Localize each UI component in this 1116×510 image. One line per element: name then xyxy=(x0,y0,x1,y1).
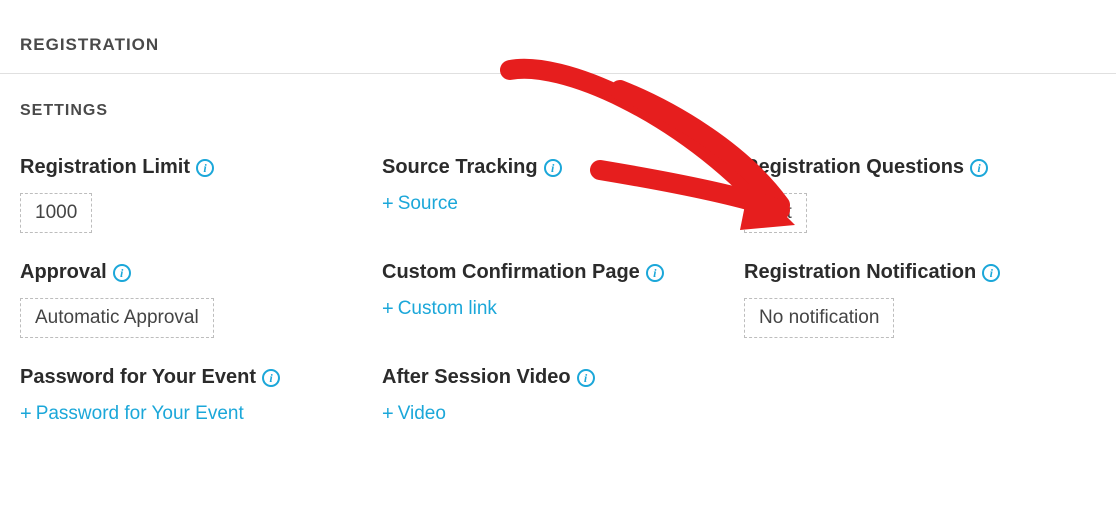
notification-select[interactable]: No notification xyxy=(744,298,894,338)
info-icon[interactable]: i xyxy=(982,264,1000,282)
add-source-text: Source xyxy=(398,193,458,215)
approval-field: Approval i Automatic Approval xyxy=(20,261,372,338)
custom-confirmation-label: Custom Confirmation Page xyxy=(382,261,640,284)
info-icon[interactable]: i xyxy=(196,159,214,177)
registration-notification-field: Registration Notification i No notificat… xyxy=(744,261,1096,338)
approval-label: Approval xyxy=(20,261,107,284)
plus-icon: + xyxy=(382,299,394,319)
info-icon[interactable]: i xyxy=(113,264,131,282)
add-source-button[interactable]: + Source xyxy=(382,193,458,215)
event-password-field: Password for Your Event i + Password for… xyxy=(20,366,372,425)
registration-limit-label: Registration Limit xyxy=(20,156,190,179)
edit-questions-button[interactable]: Edit xyxy=(744,193,807,233)
source-tracking-field: Source Tracking i + Source xyxy=(382,156,734,233)
event-password-label: Password for Your Event xyxy=(20,366,256,389)
settings-grid: Registration Limit i 1000 Source Trackin… xyxy=(0,128,1116,425)
registration-questions-label: Registration Questions xyxy=(744,156,964,179)
custom-confirmation-field: Custom Confirmation Page i + Custom link xyxy=(382,261,734,338)
after-session-video-label: After Session Video xyxy=(382,366,571,389)
plus-icon: + xyxy=(20,404,32,424)
add-password-text: Password for Your Event xyxy=(36,403,244,425)
add-custom-link-text: Custom link xyxy=(398,298,497,320)
add-custom-link-button[interactable]: + Custom link xyxy=(382,298,497,320)
source-tracking-label: Source Tracking xyxy=(382,156,538,179)
add-password-button[interactable]: + Password for Your Event xyxy=(20,403,244,425)
info-icon[interactable]: i xyxy=(970,159,988,177)
info-icon[interactable]: i xyxy=(577,369,595,387)
info-icon[interactable]: i xyxy=(646,264,664,282)
after-session-video-field: After Session Video i + Video xyxy=(382,366,734,425)
info-icon[interactable]: i xyxy=(262,369,280,387)
settings-sub-header: SETTINGS xyxy=(0,74,1116,128)
plus-icon: + xyxy=(382,194,394,214)
empty-cell xyxy=(744,366,1096,425)
add-video-button[interactable]: + Video xyxy=(382,403,446,425)
registration-notification-label: Registration Notification xyxy=(744,261,976,284)
registration-questions-field: Registration Questions i Edit xyxy=(744,156,1096,233)
add-video-text: Video xyxy=(398,403,446,425)
registration-limit-field: Registration Limit i 1000 xyxy=(20,156,372,233)
approval-select[interactable]: Automatic Approval xyxy=(20,298,214,338)
info-icon[interactable]: i xyxy=(544,159,562,177)
registration-limit-input[interactable]: 1000 xyxy=(20,193,92,233)
plus-icon: + xyxy=(382,404,394,424)
registration-section-header: REGISTRATION xyxy=(0,0,1116,74)
